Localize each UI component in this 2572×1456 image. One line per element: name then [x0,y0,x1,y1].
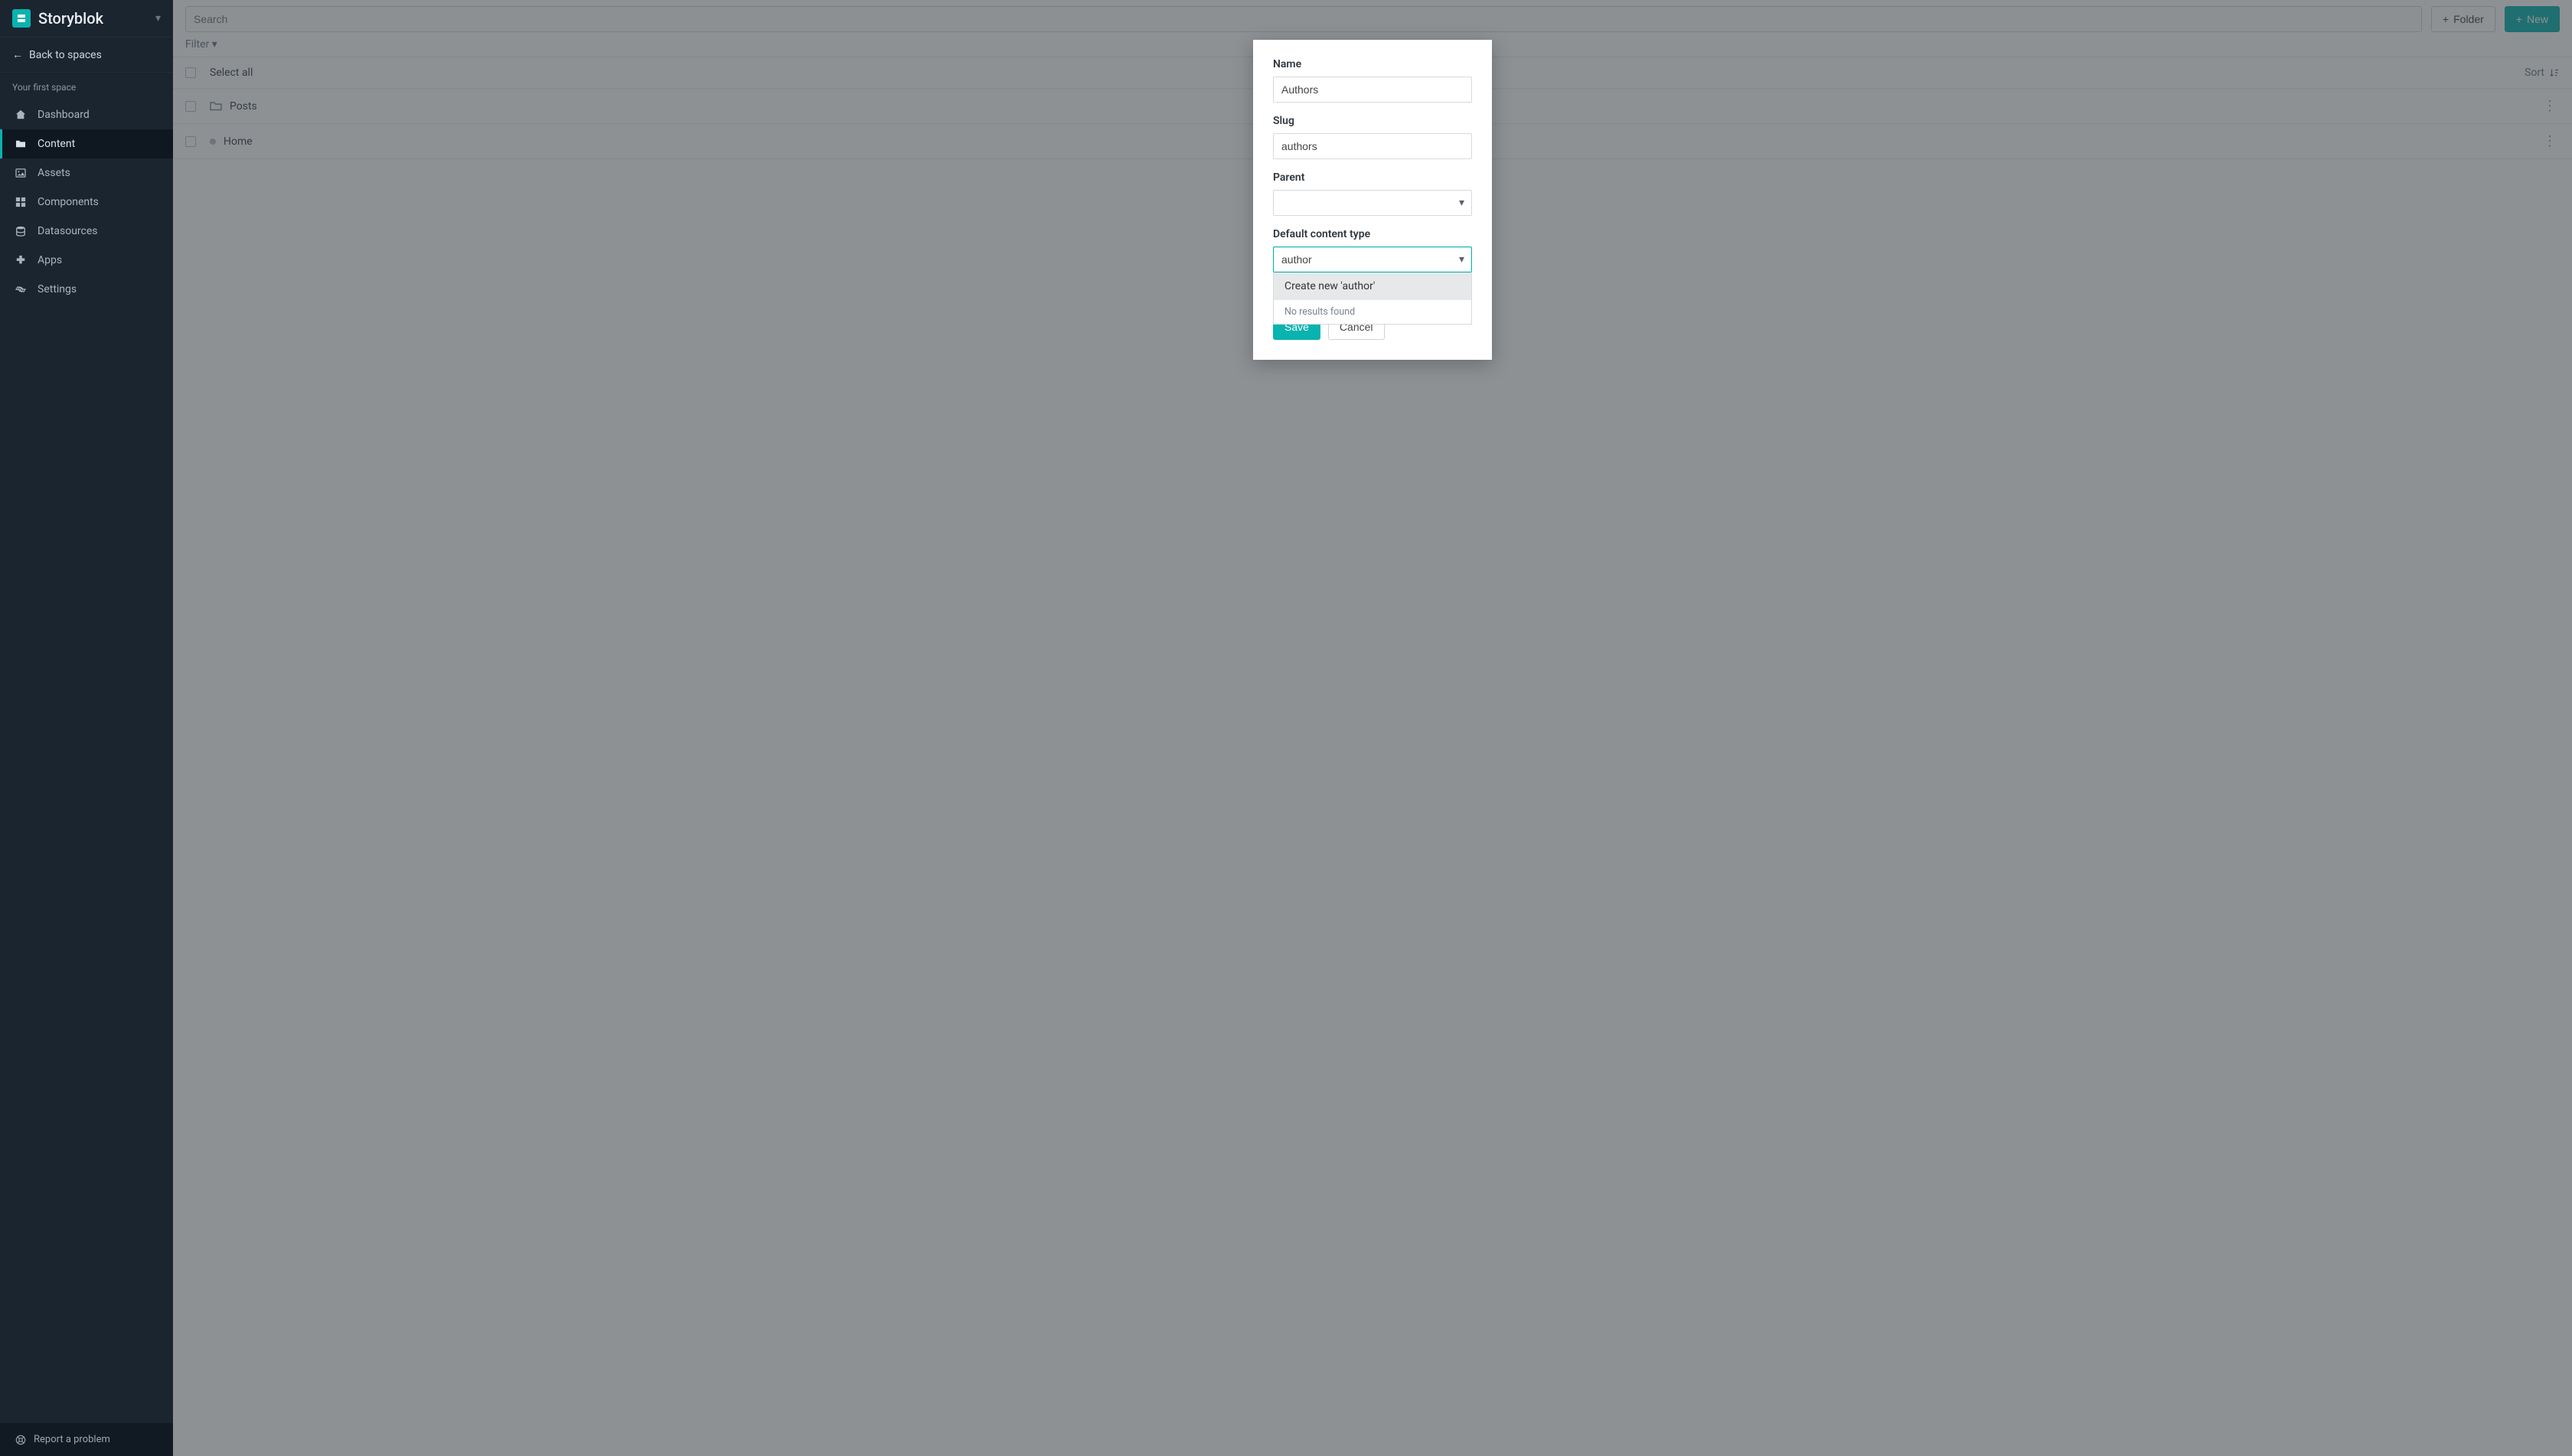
nav-label: Settings [38,283,77,295]
back-to-spaces-link[interactable]: ← Back to spaces [0,37,173,73]
create-folder-modal: Name Slug Parent ▾ Default content type … [1253,40,1492,360]
image-icon [15,168,28,178]
sidebar-nav: Dashboard Content Assets Components Data… [0,100,173,1422]
content-type-select[interactable] [1273,246,1472,273]
content-type-label: Default content type [1273,228,1472,240]
arrow-left-icon: ← [12,48,23,61]
dropdown-no-results: No results found [1274,300,1471,324]
name-input[interactable] [1273,77,1472,103]
folder-icon [15,139,28,149]
brand-name: Storyblok [38,9,155,28]
database-icon [15,226,28,237]
sidebar-item-assets[interactable]: Assets [0,158,173,188]
footer-label: Report a problem [34,1434,110,1445]
sidebar-item-apps[interactable]: Apps [0,246,173,275]
parent-select[interactable] [1273,190,1472,216]
dropdown-create-option[interactable]: Create new 'author' [1274,273,1471,300]
caret-down-icon[interactable]: ▾ [155,12,161,24]
gear-icon [15,284,28,295]
sidebar-item-components[interactable]: Components [0,188,173,217]
sidebar-item-dashboard[interactable]: Dashboard [0,100,173,129]
slug-label: Slug [1273,115,1472,127]
sidebar: Storyblok ▾ ← Back to spaces Your first … [0,0,173,1456]
nav-label: Assets [38,167,70,179]
blocks-icon [15,197,28,207]
sidebar-item-settings[interactable]: Settings [0,275,173,304]
report-problem-link[interactable]: Report a problem [0,1422,173,1456]
name-label: Name [1273,58,1472,70]
back-label: Back to spaces [29,49,102,61]
nav-label: Components [38,196,99,208]
space-name-label: Your first space [0,73,173,100]
nav-label: Apps [38,254,62,266]
parent-label: Parent [1273,171,1472,184]
home-icon [15,109,28,120]
lifebuoy-icon [15,1435,26,1445]
main: + Folder + New Filter ▾ Select all Sort [173,0,2572,1456]
nav-label: Content [38,138,75,150]
sidebar-item-datasources[interactable]: Datasources [0,217,173,246]
modal-overlay[interactable]: Name Slug Parent ▾ Default content type … [173,0,2572,1456]
sidebar-item-content[interactable]: Content [0,129,173,158]
nav-label: Dashboard [38,109,90,121]
nav-label: Datasources [38,225,98,237]
sidebar-header[interactable]: Storyblok ▾ [0,0,173,37]
puzzle-icon [15,255,28,266]
brand-logo-icon [12,9,31,28]
slug-input[interactable] [1273,133,1472,159]
content-type-dropdown: Create new 'author' No results found [1273,273,1472,325]
